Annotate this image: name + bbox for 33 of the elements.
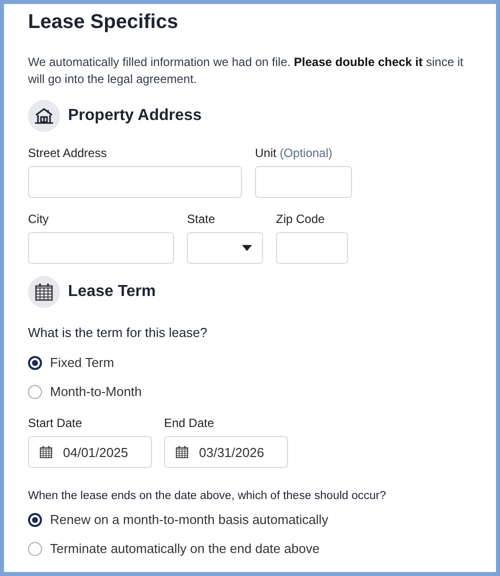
- intro-text: We automatically filled information we had on file. Please double check it since it will go into the legal agreement.: [28, 54, 464, 88]
- section-heading: Lease Term: [68, 283, 156, 301]
- radio-label: Terminate automatically on the end date above: [50, 541, 320, 556]
- radio-button[interactable]: [28, 512, 42, 526]
- field-label: Unit (Optional): [255, 146, 334, 161]
- radio-button[interactable]: [28, 542, 42, 556]
- field-label: Street Address: [28, 146, 108, 161]
- calendar-icon: [34, 282, 54, 302]
- end-question: When the lease ends on the date above, which of these should occur?: [28, 490, 388, 502]
- field-label: City: [28, 212, 50, 227]
- field-label: Start Date: [28, 416, 84, 431]
- date-field[interactable]: 03/31/2026: [164, 436, 288, 468]
- field-label: End Date: [164, 416, 216, 431]
- calendar-icon: [175, 445, 189, 459]
- text-field[interactable]: [28, 232, 174, 264]
- text-field[interactable]: [28, 166, 242, 198]
- page-title: Lease Specifics: [28, 10, 180, 34]
- text-field[interactable]: [276, 232, 348, 264]
- field-label: Zip Code: [276, 212, 326, 227]
- radio-label: Fixed Term: [50, 355, 114, 370]
- state-dropdown[interactable]: [187, 232, 263, 264]
- radio-button[interactable]: [28, 384, 42, 398]
- radio-button[interactable]: [28, 356, 42, 370]
- house-icon: [34, 107, 54, 125]
- text-field[interactable]: [255, 166, 352, 198]
- radio-label: Renew on a month-to-month basis automatically: [50, 512, 328, 527]
- section-heading: Property Address: [68, 107, 202, 125]
- term-question: What is the term for this lease?: [28, 325, 208, 340]
- calendar-icon: [39, 445, 53, 459]
- field-label: State: [187, 212, 216, 227]
- caret-icon: [242, 245, 252, 251]
- radio-label: Month-to-Month: [50, 384, 142, 399]
- date-field[interactable]: 04/01/2025: [28, 436, 152, 468]
